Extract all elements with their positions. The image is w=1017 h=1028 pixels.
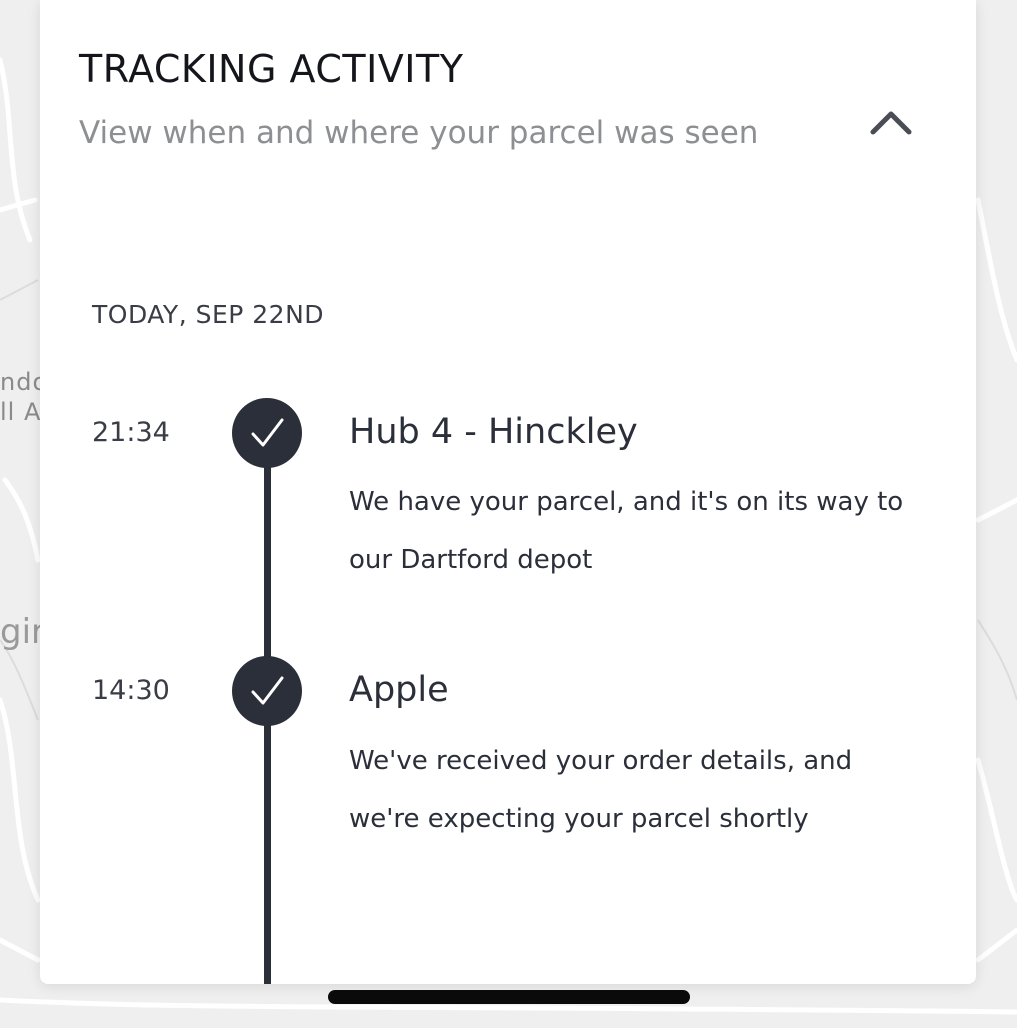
panel-title: TRACKING ACTIVITY xyxy=(79,47,464,91)
map-place-label: gir xyxy=(0,612,46,652)
home-indicator[interactable] xyxy=(328,990,690,1004)
check-icon xyxy=(251,676,284,705)
tracking-activity-panel: TRACKING ACTIVITY View when and where yo… xyxy=(40,0,976,984)
event-description: We've received your order details, and w… xyxy=(349,746,853,834)
event-status-marker xyxy=(232,398,302,468)
event-time: 21:34 xyxy=(92,417,170,448)
check-icon xyxy=(251,418,284,447)
event-location: Apple xyxy=(349,670,449,710)
collapse-button[interactable] xyxy=(866,100,916,144)
panel-subtitle: View when and where your parcel was seen xyxy=(79,115,759,151)
event-description: We have your parcel, and it's on its way… xyxy=(349,487,904,575)
event-status-marker xyxy=(232,656,302,726)
map-place-label: ll A xyxy=(0,398,42,426)
date-heading: TODAY, SEP 22ND xyxy=(92,300,325,329)
event-location: Hub 4 - Hinckley xyxy=(349,412,638,452)
chevron-up-icon xyxy=(870,111,912,135)
event-time: 14:30 xyxy=(92,675,170,706)
